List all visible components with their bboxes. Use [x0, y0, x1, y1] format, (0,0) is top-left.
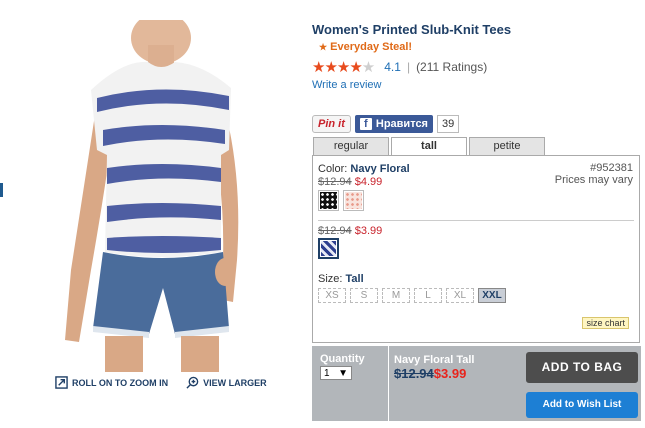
facebook-icon: f [359, 118, 372, 130]
old-price: $12.94 [318, 225, 352, 237]
zoom-arrow-icon [55, 376, 68, 389]
everyday-steal-badge: ★ Everyday Steal! [312, 41, 642, 53]
color-group-1-price: $12.94 $4.99 [318, 176, 382, 188]
item-number: #952381 [590, 162, 633, 174]
facebook-like-label: Нравится [375, 118, 428, 130]
quantity-label: Quantity [320, 353, 365, 365]
selected-color: Navy Floral [350, 163, 410, 175]
bag-sale-price: $3.99 [433, 366, 467, 381]
add-to-bag-button[interactable]: ADD TO BAG [526, 352, 638, 383]
color-label: Color: [318, 163, 348, 175]
fit-tabs: regular tall petite [313, 137, 545, 156]
size-m[interactable]: M [382, 288, 410, 303]
quantity-value: 1 [324, 367, 330, 379]
tab-regular[interactable]: regular [313, 137, 389, 155]
sale-price: $3.99 [354, 225, 383, 237]
view-larger-label: VIEW LARGER [203, 377, 267, 388]
zoom-label: ROLL ON TO ZOOM IN [72, 377, 169, 388]
add-to-bag-bar: Quantity 1 ▼ Navy Floral Tall $12.94$3.9… [312, 346, 641, 421]
swatch-pink-print[interactable] [343, 190, 364, 211]
size-options: XS S M L XL XXL [318, 288, 506, 303]
prices-note: Prices may vary [554, 174, 633, 186]
color-row: Color: Navy Floral [318, 163, 410, 175]
bag-price: $12.94$3.99 [394, 366, 466, 381]
size-xl[interactable]: XL [446, 288, 474, 303]
facebook-like-button[interactable]: f Нравится [354, 115, 433, 133]
bag-item-name: Navy Floral Tall [394, 354, 475, 366]
size-l[interactable]: L [414, 288, 442, 303]
tab-petite[interactable]: petite [469, 137, 545, 155]
facebook-like-count: 39 [436, 115, 460, 133]
add-to-wishlist-button[interactable]: Add to Wish List [526, 392, 638, 418]
swatch-divider [318, 220, 634, 221]
sale-price: $4.99 [354, 176, 383, 188]
size-xxl[interactable]: XXL [478, 288, 506, 303]
social-buttons: Pin it f Нравится 39 [312, 115, 460, 133]
size-row-label: Size: Tall [318, 273, 364, 285]
product-title: Women's Printed Slub-Knit Tees [312, 22, 512, 37]
options-panel: Color: Navy Floral #952381 Prices may va… [312, 155, 640, 343]
image-tools: ROLL ON TO ZOOM IN VIEW LARGER [55, 376, 267, 389]
size-chart-link[interactable]: size chart [582, 317, 629, 329]
item-number-block: #952381 Prices may vary [555, 162, 633, 186]
swatch-navy-floral[interactable] [318, 238, 339, 259]
quantity-select[interactable]: 1 ▼ [320, 366, 352, 380]
tab-tall[interactable]: tall [391, 137, 467, 156]
left-edge-marker [0, 183, 3, 197]
product-image[interactable] [53, 12, 273, 372]
color-group-1-swatches [318, 190, 364, 211]
product-info: Women's Printed Slub-Knit Tees ★ Everyda… [312, 22, 642, 91]
size-xs[interactable]: XS [318, 288, 346, 303]
rating-stars[interactable]: ★★★★★ [312, 58, 375, 76]
magnifier-plus-icon [186, 376, 199, 389]
quantity-block: Quantity 1 ▼ [320, 353, 365, 380]
color-group-2-swatches [318, 238, 339, 259]
size-label: Size: [318, 273, 343, 285]
selected-size-type: Tall [345, 273, 364, 285]
old-price: $12.94 [318, 176, 352, 188]
bag-old-price: $12.94 [394, 366, 434, 381]
color-group-2-price: $12.94 $3.99 [318, 225, 382, 237]
star-icon: ★ [319, 42, 328, 52]
rating-count: (211 Ratings) [416, 60, 488, 74]
dropdown-arrow-icon: ▼ [338, 367, 348, 379]
swatch-black-dot[interactable] [318, 190, 339, 211]
write-review-link[interactable]: Write a review [312, 79, 642, 91]
bag-separator [388, 346, 389, 421]
view-larger-tool[interactable]: VIEW LARGER [186, 376, 267, 389]
zoom-tool[interactable]: ROLL ON TO ZOOM IN [55, 376, 168, 389]
rating-separator: | [406, 60, 411, 74]
rating-row: ★★★★★ 4.1 | (211 Ratings) [312, 58, 642, 76]
rating-value[interactable]: 4.1 [384, 60, 401, 74]
model-illustration [65, 12, 239, 372]
pinterest-button[interactable]: Pin it [312, 115, 351, 133]
size-s[interactable]: S [350, 288, 378, 303]
badge-label: Everyday Steal! [330, 41, 413, 53]
